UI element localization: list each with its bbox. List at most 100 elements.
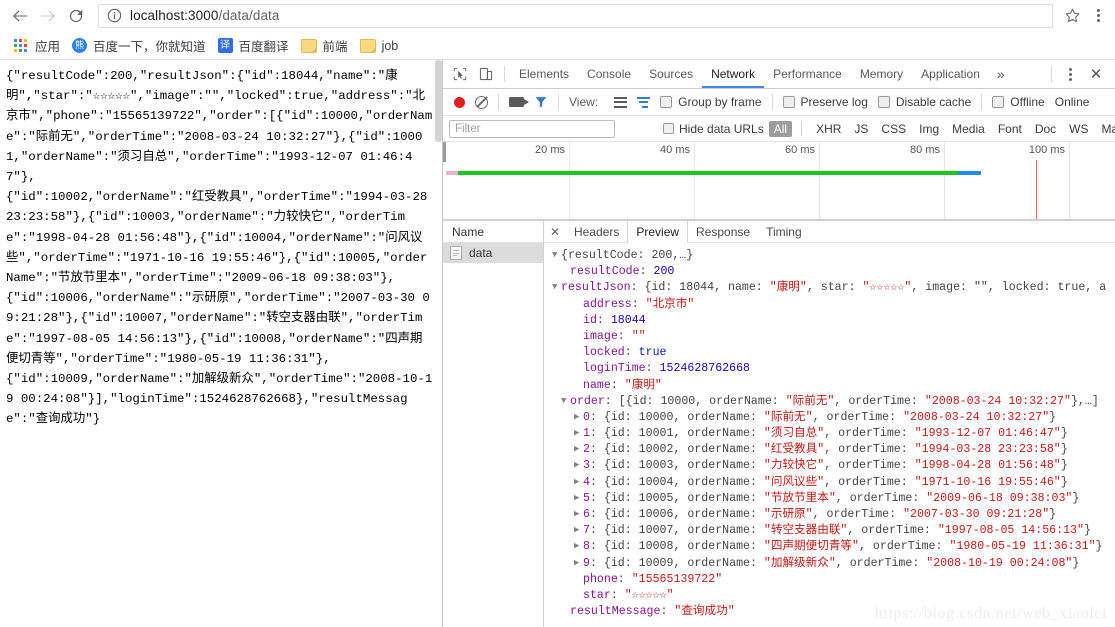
bookmark-baidu-fanyi[interactable]: 译 百度翻译 <box>212 35 295 57</box>
json-tree-row[interactable]: phone: "15565139722" <box>552 572 1115 588</box>
bookmark-apps[interactable]: 应用 <box>8 35 66 57</box>
throttling-select[interactable]: Online <box>1050 90 1095 114</box>
tab-network[interactable]: Network <box>702 60 764 88</box>
type-filter-js[interactable]: JS <box>849 121 873 137</box>
json-pun: : <box>610 378 625 392</box>
capture-screenshots-button[interactable] <box>504 90 529 114</box>
tab-response[interactable]: Response <box>688 221 758 242</box>
type-filter-img[interactable]: Img <box>914 121 944 137</box>
hide-data-urls-checkbox[interactable]: Hide data URLs <box>663 122 764 136</box>
json-str: "问风议些" <box>763 475 825 489</box>
tab-application[interactable]: Application <box>912 60 989 88</box>
json-tree-row[interactable]: ▶ 2: {id: 10002, orderName: "红受教具", order… <box>552 442 1115 458</box>
type-filter-all[interactable]: All <box>768 120 793 137</box>
json-key: 9 <box>583 556 590 570</box>
json-tree-row[interactable]: resultCode: 200 <box>552 264 1115 280</box>
json-tree-row[interactable]: ▶ 0: {id: 10000, orderName: "际前无", orderT… <box>552 410 1115 426</box>
twisty-collapsed-icon[interactable]: ▶ <box>574 539 583 554</box>
address-bar[interactable]: localhost:3000/data/data <box>98 3 1053 28</box>
type-filter-font[interactable]: Font <box>993 121 1027 137</box>
json-preview-tree[interactable]: ▼ {resultCode: 200,…} resultCode: 200 ▼ res… <box>544 243 1115 627</box>
filter-toggle-button[interactable] <box>529 90 553 114</box>
disable-cache-checkbox[interactable]: Disable cache <box>873 90 976 114</box>
type-filter-manifest[interactable]: Manifest <box>1097 121 1115 137</box>
json-tree-row[interactable]: ▶ 7: {id: 10007, orderName: "转空支器由联", ord… <box>552 523 1115 539</box>
offline-checkbox[interactable]: Offline <box>987 90 1049 114</box>
json-tree-row[interactable]: ▶ 4: {id: 10004, orderName: "问风议些", order… <box>552 475 1115 491</box>
twisty-collapsed-icon[interactable]: ▶ <box>574 475 583 490</box>
json-tree-row[interactable]: ▼ order: [{id: 10000, orderName: "际前无", o… <box>552 394 1115 410</box>
twisty-expanded-icon[interactable]: ▼ <box>552 248 561 263</box>
json-tree-row[interactable]: loginTime: 1524628762668 <box>552 361 1115 377</box>
tab-elements[interactable]: Elements <box>510 60 578 88</box>
twisty-collapsed-icon[interactable]: ▶ <box>574 491 583 506</box>
twisty-collapsed-icon[interactable]: ▶ <box>574 458 583 473</box>
json-tree-row[interactable]: image: "" <box>552 329 1115 345</box>
twisty-collapsed-icon[interactable]: ▶ <box>574 507 583 522</box>
tab-console[interactable]: Console <box>578 60 640 88</box>
page-scrollbar-thumb[interactable] <box>435 60 442 142</box>
tab-timing[interactable]: Timing <box>758 221 810 242</box>
back-button[interactable] <box>6 2 34 30</box>
column-header-name[interactable]: Name <box>443 221 543 243</box>
type-filter-doc[interactable]: Doc <box>1030 121 1061 137</box>
json-tree-row[interactable]: ▶ 6: {id: 10006, orderName: "示研原", orderT… <box>552 507 1115 523</box>
close-detail-icon[interactable]: ✕ <box>544 225 566 239</box>
tab-preview[interactable]: Preview <box>627 221 689 243</box>
network-overview[interactable]: 20 ms 40 ms 60 ms 80 ms 100 ms <box>443 142 1115 221</box>
filter-input[interactable] <box>449 119 615 138</box>
json-tree-row[interactable]: ▶ 8: {id: 10008, orderName: "四声期便切青等", or… <box>552 539 1115 555</box>
record-button[interactable] <box>449 90 470 114</box>
bookmark-folder-frontend[interactable]: 前端 <box>295 35 354 57</box>
page-info-icon[interactable] <box>107 8 123 23</box>
preserve-log-checkbox[interactable]: Preserve log <box>778 90 873 114</box>
bookmark-folder-job[interactable]: job <box>354 35 405 57</box>
device-toolbar-icon[interactable] <box>473 61 499 87</box>
twisty-collapsed-icon[interactable]: ▶ <box>574 410 583 425</box>
checkbox-icon <box>660 96 673 108</box>
request-row-data[interactable]: data <box>443 243 543 263</box>
view-list-button[interactable] <box>609 90 632 114</box>
twisty-collapsed-icon[interactable]: ▶ <box>574 426 583 441</box>
inspect-element-icon[interactable] <box>447 61 473 87</box>
more-tabs-icon[interactable]: » <box>989 60 1013 88</box>
chrome-menu-button[interactable] <box>1087 3 1109 29</box>
json-tree-row[interactable]: ▶ 9: {id: 10009, orderName: "加解级新众", orde… <box>552 556 1115 572</box>
json-tree-row[interactable]: resultMessage: "查询成功" <box>552 604 1115 620</box>
twisty-expanded-icon[interactable]: ▼ <box>561 394 570 409</box>
type-filter-css[interactable]: CSS <box>876 121 911 137</box>
twisty-expanded-icon[interactable]: ▼ <box>552 280 561 295</box>
json-tree-row[interactable]: ▶ 1: {id: 10001, orderName: "须习自总", order… <box>552 426 1115 442</box>
type-filter-media[interactable]: Media <box>947 121 990 137</box>
type-filter-ws[interactable]: WS <box>1064 121 1093 137</box>
twisty-collapsed-icon[interactable]: ▶ <box>574 523 583 538</box>
tab-headers[interactable]: Headers <box>566 221 627 242</box>
view-label: View: <box>569 95 599 109</box>
tab-performance[interactable]: Performance <box>764 60 851 88</box>
json-tree-row[interactable]: id: 18044 <box>552 313 1115 329</box>
devtools-menu-button[interactable] <box>1057 61 1083 87</box>
twisty-collapsed-icon[interactable]: ▶ <box>574 556 583 571</box>
group-by-frame-checkbox[interactable]: Group by frame <box>655 90 766 114</box>
close-devtools-button[interactable]: ✕ <box>1083 61 1109 87</box>
twisty-collapsed-icon[interactable]: ▶ <box>574 442 583 457</box>
page-scrollbar[interactable] <box>435 60 442 627</box>
json-tree-row[interactable]: ▶ 3: {id: 10003, orderName: "力较快它", order… <box>552 458 1115 474</box>
forward-button[interactable] <box>34 2 62 30</box>
json-tree-row[interactable]: star: "☆☆☆☆☆" <box>552 588 1115 604</box>
tab-memory[interactable]: Memory <box>851 60 912 88</box>
bookmark-baidu[interactable]: 熊 百度一下，你就知道 <box>66 35 212 57</box>
type-filter-xhr[interactable]: XHR <box>811 121 846 137</box>
json-tree-row[interactable]: ▼ resultJson: {id: 18044, name: "康明", sta… <box>552 280 1115 296</box>
clear-button[interactable] <box>470 90 493 114</box>
json-tree-row[interactable]: locked: true <box>552 345 1115 361</box>
view-waterfall-button[interactable] <box>632 90 655 114</box>
reload-button[interactable] <box>62 2 90 30</box>
json-tree-row[interactable]: address: "北京市" <box>552 297 1115 313</box>
json-str: "四声期便切青等" <box>763 540 859 554</box>
json-tree-row[interactable]: ▼ {resultCode: 200,…} <box>552 248 1115 264</box>
json-tree-row[interactable]: name: "康明" <box>552 378 1115 394</box>
json-tree-row[interactable]: ▶ 5: {id: 10005, orderName: "节放节里本", orde… <box>552 491 1115 507</box>
tab-sources[interactable]: Sources <box>640 60 702 88</box>
bookmark-star-icon[interactable] <box>1059 3 1085 29</box>
